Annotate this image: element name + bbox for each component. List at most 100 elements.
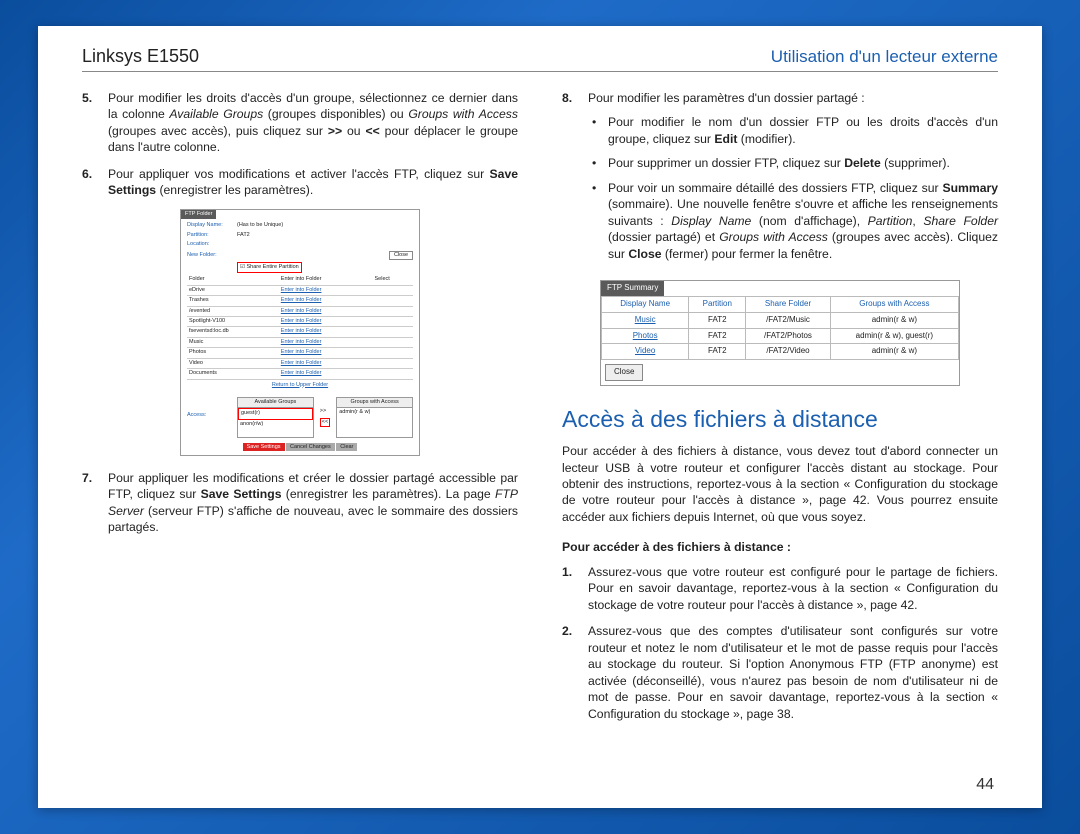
link[interactable]: Enter into Folder (281, 318, 322, 324)
t: Pour modifier le nom d'un dossier FTP ou… (608, 115, 998, 145)
item-number: 6. (82, 166, 108, 199)
link[interactable]: Enter into Folder (281, 360, 322, 366)
link[interactable]: Enter into Folder (281, 297, 322, 303)
share-checkbox-highlight[interactable]: ☑ Share Entire Partition (237, 262, 302, 273)
value: (Has to be Unique) (237, 222, 413, 229)
list-item[interactable]: guest(r) (238, 408, 313, 419)
t: Close (628, 247, 661, 261)
c: Photos (187, 348, 279, 358)
return-link[interactable]: Return to Upper Folder (272, 382, 328, 388)
section-title: Accès à des fichiers à distance (562, 404, 998, 435)
save-settings-button[interactable]: Save Settings (243, 443, 285, 451)
link[interactable]: Enter into Folder (281, 349, 322, 355)
t: Groups with Access (719, 230, 828, 244)
list-item[interactable]: anon(r/w) (238, 420, 313, 429)
t: (enregistrer les paramètres). La page (281, 487, 494, 501)
t: Share Entire Partition (246, 264, 298, 270)
dialog-tab: FTP Folder (181, 210, 216, 219)
folder-table: FolderEnter into FolderSelect eDriveEnte… (187, 275, 413, 379)
link[interactable]: Enter into Folder (281, 339, 322, 345)
c: fseventsd:loc.db (187, 327, 279, 337)
list-item-6: 6. Pour appliquer vos modifications et a… (82, 166, 518, 199)
item-text: Pour modifier les paramètres d'un dossie… (588, 90, 998, 270)
item-text: Assurez-vous que votre routeur est confi… (588, 564, 998, 613)
left-column: 5. Pour modifier les droits d'accès d'un… (82, 90, 518, 792)
c: admin(r & w) (830, 344, 958, 360)
hdr: Groups with Access (337, 398, 412, 408)
c: eDrive (187, 285, 279, 295)
section-paragraph: Pour accéder à des fichiers à distance, … (562, 443, 998, 525)
th: Folder (187, 275, 279, 285)
t: Delete (844, 156, 881, 170)
th: Share Folder (746, 297, 830, 313)
table-row: TrashesEnter into Folder (187, 296, 413, 306)
c: /evented (187, 306, 279, 316)
move-left-button[interactable]: << (320, 418, 330, 427)
label: Location: (187, 241, 237, 248)
hdr: Available Groups (238, 398, 313, 408)
table-row: PhotosFAT2/FAT2/Photosadmin(r & w), gues… (602, 328, 959, 344)
th: Select (373, 275, 414, 285)
summary-table: Display Name Partition Share Folder Grou… (601, 296, 959, 360)
label: Display Name: (187, 222, 237, 229)
section-subtitle: Pour accéder à des fichiers à distance : (562, 539, 998, 555)
value: FAT2 (237, 232, 413, 239)
list-item: 2. Assurez-vous que des comptes d'utilis… (562, 623, 998, 722)
table-row: PhotosEnter into Folder (187, 348, 413, 358)
table-row: DocumentsEnter into Folder (187, 369, 413, 379)
list-item[interactable]: admin(r & w) (337, 408, 412, 417)
c: Trashes (187, 296, 279, 306)
t: (modifier). (737, 132, 795, 146)
move-right-button[interactable]: >> (320, 408, 330, 415)
item-number: 1. (562, 564, 588, 613)
c: /FAT2/Photos (746, 328, 830, 344)
close-button[interactable]: Close (605, 364, 643, 381)
t: (supprimer). (881, 156, 950, 170)
groups-with-access-list[interactable]: Groups with Access admin(r & w) (336, 397, 413, 438)
available-groups-list[interactable]: Available Groups guest(r) anon(r/w) (237, 397, 314, 438)
th: Display Name (602, 297, 689, 313)
content-columns: 5. Pour modifier les droits d'accès d'un… (82, 90, 998, 792)
link[interactable]: Enter into Folder (281, 308, 322, 314)
th: Partition (689, 297, 746, 313)
close-button[interactable]: Close (389, 251, 413, 260)
t: (dossier partagé) et (608, 230, 719, 244)
item-text: Pour appliquer les modifications et crée… (108, 470, 518, 536)
link[interactable]: Enter into Folder (281, 287, 322, 293)
page-number: 44 (976, 776, 994, 794)
text: Pour modifier les droits d'accès d'un gr… (108, 91, 518, 154)
label: New Folder: (187, 252, 237, 259)
clear-button[interactable]: Clear (336, 443, 357, 451)
bullet-icon: • (588, 155, 608, 171)
c[interactable]: Music (602, 312, 689, 328)
t: Partition (868, 214, 913, 228)
t: (enregistrer les paramètres). (156, 183, 313, 197)
c: admin(r & w), guest(r) (830, 328, 958, 344)
bullet: •Pour modifier le nom d'un dossier FTP o… (588, 114, 998, 147)
t: Summary (942, 181, 998, 195)
bullet-icon: • (588, 180, 608, 262)
ftp-folder-dialog-screenshot: FTP Folder Display Name:(Has to be Uniqu… (180, 209, 420, 456)
t: (serveur FTP) s'affiche de nouveau, avec… (108, 504, 518, 534)
label: Access: (187, 412, 237, 419)
table-row: fseventsd:loc.dbEnter into Folder (187, 327, 413, 337)
t: (nom d'affichage), (751, 214, 867, 228)
c[interactable]: Photos (602, 328, 689, 344)
c[interactable]: Video (602, 344, 689, 360)
bullet: •Pour voir un sommaire détaillé des doss… (588, 180, 998, 262)
c: FAT2 (689, 312, 746, 328)
t: Pour supprimer un dossier FTP, cliquez s… (608, 156, 844, 170)
t: Edit (714, 132, 737, 146)
link[interactable]: Enter into Folder (281, 328, 322, 334)
th: Groups with Access (830, 297, 958, 313)
item-number: 8. (562, 90, 588, 270)
c: FAT2 (689, 344, 746, 360)
c: Documents (187, 369, 279, 379)
c: /FAT2/Video (746, 344, 830, 360)
link[interactable]: Enter into Folder (281, 370, 322, 376)
t: Save Settings (201, 487, 282, 501)
list-item-7: 7. Pour appliquer les modifications et c… (82, 470, 518, 536)
table-row: MusicFAT2/FAT2/Musicadmin(r & w) (602, 312, 959, 328)
cancel-button[interactable]: Cancel Changes (286, 443, 335, 451)
table-row: eDriveEnter into Folder (187, 285, 413, 295)
